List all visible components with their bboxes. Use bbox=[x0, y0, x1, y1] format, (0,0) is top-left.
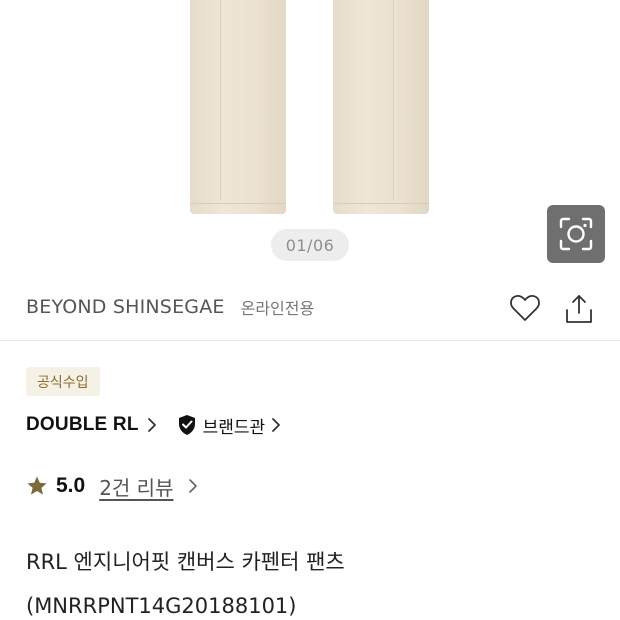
review-count-link[interactable]: 2건 리뷰 bbox=[99, 472, 173, 501]
chevron-right-icon bbox=[272, 418, 281, 432]
store-name[interactable]: BEYOND SHINSEGAE bbox=[26, 296, 225, 318]
rating-value: 5.0 bbox=[56, 474, 86, 497]
shield-check-icon bbox=[178, 415, 195, 435]
wishlist-button[interactable] bbox=[509, 292, 541, 324]
image-counter: 01/06 bbox=[271, 229, 349, 261]
share-icon bbox=[566, 295, 592, 323]
brand-shop-label: 브랜드관 bbox=[202, 417, 266, 438]
rating-row: 5.0 2건 리뷰 bbox=[26, 470, 198, 502]
section-divider bbox=[0, 340, 620, 341]
share-button[interactable] bbox=[563, 292, 595, 326]
heart-icon bbox=[510, 294, 540, 321]
star-icon bbox=[27, 476, 47, 495]
official-import-badge: 공식수입 bbox=[26, 367, 100, 396]
store-row: BEYOND SHINSEGAE 온라인전용 bbox=[26, 292, 314, 322]
brand-name-link[interactable]: DOUBLE RL bbox=[26, 414, 139, 436]
image-search-button[interactable] bbox=[547, 205, 605, 263]
product-title: RRL 엔지니어핏 캔버스 카펜터 팬츠(MNRRPNT14G20188101) bbox=[26, 550, 345, 618]
camera-lens-icon bbox=[559, 217, 593, 251]
chevron-right-icon bbox=[147, 418, 156, 432]
product-image-pant-left-leg bbox=[190, 0, 286, 214]
brand-row: DOUBLE RL 브랜드관 bbox=[26, 410, 281, 440]
product-image-pant-right-leg bbox=[333, 0, 429, 214]
brand-shop-link[interactable]: 브랜드관 bbox=[177, 413, 282, 438]
store-tag: 온라인전용 bbox=[240, 299, 315, 318]
product-image-gallery[interactable]: 01/06 bbox=[0, 0, 620, 275]
chevron-right-icon bbox=[188, 479, 197, 493]
